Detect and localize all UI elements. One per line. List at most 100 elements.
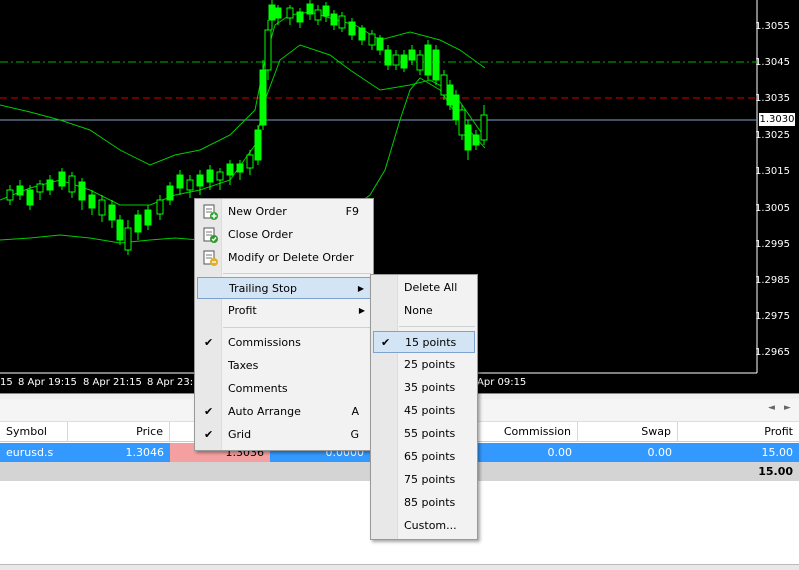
menu-item-profit[interactable]: Profit ▶: [197, 300, 371, 322]
candle-body: [464, 124, 472, 151]
candle-body: [314, 9, 322, 21]
candle-body: [472, 134, 480, 146]
checkmark-icon: ✔: [204, 405, 214, 418]
menu-item-auto-arrange[interactable]: ✔ Auto Arrange A: [197, 401, 371, 423]
checkmark-icon: ✔: [204, 336, 214, 349]
candle-body: [458, 109, 466, 136]
candle-body: [6, 189, 14, 201]
submenu-item-delete-all[interactable]: Delete All: [373, 277, 475, 299]
candle-body: [264, 29, 272, 71]
cell-swap: 0.00: [647, 446, 673, 459]
close-order-icon: [202, 227, 218, 243]
candle-body: [78, 181, 86, 201]
cell-price: 1.3046: [125, 446, 165, 459]
submenu-item-45-points[interactable]: 45 points: [373, 400, 475, 422]
time-axis-label: 8 Apr 21:15: [83, 377, 142, 388]
candle-body: [216, 171, 224, 181]
menu-item-commissions[interactable]: ✔ Commissions: [197, 332, 371, 354]
candle-body: [236, 163, 244, 173]
candle-body: [368, 33, 376, 46]
candle-body: [274, 7, 282, 19]
candle-body: [166, 185, 174, 201]
candle-body: [98, 199, 106, 216]
submenu-item-25-points[interactable]: 25 points: [373, 354, 475, 376]
candle-body: [296, 11, 304, 23]
checkmark-icon: ✔: [204, 428, 214, 441]
candle-body: [226, 163, 234, 176]
candle-body: [254, 129, 262, 161]
candle-body: [88, 194, 96, 209]
price-axis-label: 1.3055: [755, 21, 790, 32]
candle-body: [36, 183, 44, 193]
candle-body: [330, 13, 338, 26]
candle-body: [46, 179, 54, 191]
candle-body: [452, 94, 460, 121]
submenu-item-65-points[interactable]: 65 points: [373, 446, 475, 468]
candle-body: [480, 114, 488, 141]
scroll-right-icon[interactable]: ►: [784, 403, 791, 413]
submenu-item-none[interactable]: None: [373, 300, 475, 322]
candle-body: [176, 174, 184, 189]
candle-body: [358, 27, 366, 41]
column-header-price[interactable]: Price: [68, 422, 170, 442]
price-axis-label: 1.2995: [755, 239, 790, 250]
cell-profit: 15.00: [761, 446, 794, 459]
submenu-item-custom[interactable]: Custom...: [373, 515, 475, 537]
price-axis-label: 1.2965: [755, 347, 790, 358]
candle-body: [440, 74, 448, 96]
time-axis-label: Apr 09:15: [477, 377, 527, 388]
candle-body: [306, 3, 314, 15]
status-bar: [0, 564, 799, 570]
menu-item-grid[interactable]: ✔ Grid G: [197, 424, 371, 446]
candle-body: [416, 54, 424, 71]
price-axis-label: 1.3025: [755, 130, 790, 141]
candle-body: [68, 175, 76, 193]
new-order-icon: [202, 204, 218, 220]
candle-body: [424, 44, 432, 76]
candle-body: [408, 49, 416, 61]
submenu-item-15-points[interactable]: ✔ 15 points: [373, 331, 475, 353]
candle-body: [446, 84, 454, 106]
candle-body: [206, 169, 214, 183]
candle-body: [16, 185, 24, 196]
column-header-swap[interactable]: Swap: [578, 422, 678, 442]
price-axis-label: 1.3045: [755, 57, 790, 68]
candle-body: [124, 227, 132, 251]
submenu-arrow-icon: ▶: [358, 306, 365, 315]
submenu-item-35-points[interactable]: 35 points: [373, 377, 475, 399]
cell-commission: 0.00: [547, 446, 573, 459]
menu-item-close-order[interactable]: Close Order: [197, 224, 371, 246]
candle-body: [259, 69, 267, 126]
trailing-stop-submenu: Delete All None ✔ 15 points 25 points 35…: [370, 274, 478, 540]
current-price-label: 1.3030: [759, 113, 795, 126]
price-axis-label: 1.3005: [755, 203, 790, 214]
column-header-commission[interactable]: Commission: [478, 422, 578, 442]
context-menu: New Order F9 Close Order Modify or Delet…: [194, 198, 374, 451]
submenu-item-75-points[interactable]: 75 points: [373, 469, 475, 491]
candle-body: [348, 21, 356, 36]
menu-separator: [223, 327, 371, 328]
candle-body: [322, 5, 330, 17]
menu-item-new-order[interactable]: New Order F9: [197, 201, 371, 223]
submenu-item-55-points[interactable]: 55 points: [373, 423, 475, 445]
checkmark-icon: ✔: [381, 336, 391, 349]
submenu-item-85-points[interactable]: 85 points: [373, 492, 475, 514]
candle-body: [58, 171, 66, 187]
menu-item-comments[interactable]: Comments: [197, 378, 371, 400]
scroll-left-icon[interactable]: ◄: [768, 403, 775, 413]
candle-body: [186, 179, 194, 191]
time-axis-label: 15: [0, 377, 13, 388]
menu-item-taxes[interactable]: Taxes: [197, 355, 371, 377]
price-axis-label: 1.2975: [755, 311, 790, 322]
menu-item-trailing-stop[interactable]: Trailing Stop ▶: [197, 277, 371, 299]
total-profit: 15.00: [758, 465, 793, 478]
candle-body: [196, 174, 204, 187]
column-header-symbol[interactable]: Symbol: [0, 422, 68, 442]
menu-item-modify-order[interactable]: Modify or Delete Order: [197, 247, 371, 269]
candle-body: [246, 154, 254, 169]
candle-body: [376, 37, 384, 51]
column-header-profit[interactable]: Profit: [678, 422, 799, 442]
price-axis-label: 1.3015: [755, 166, 790, 177]
candle-body: [116, 219, 124, 241]
candle-body: [392, 54, 400, 66]
